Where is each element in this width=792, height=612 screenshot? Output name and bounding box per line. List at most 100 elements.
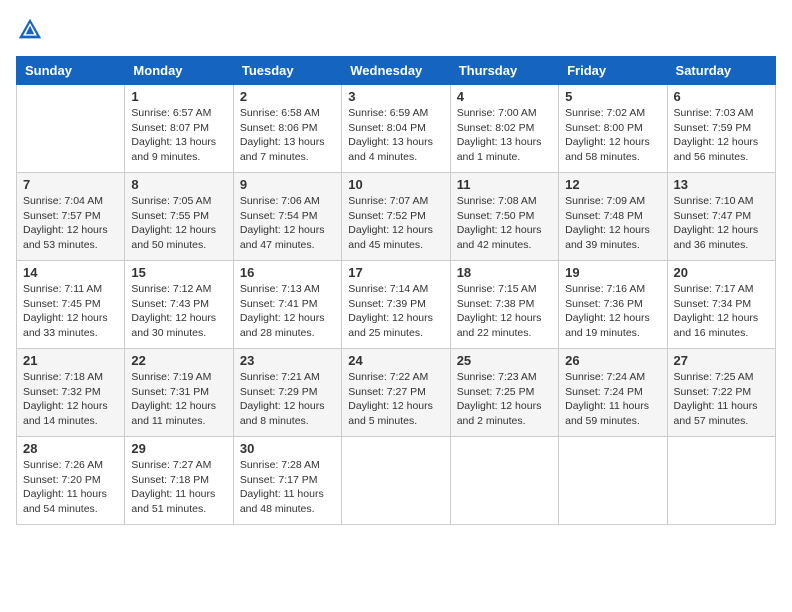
day-number: 13: [674, 177, 769, 192]
day-number: 15: [131, 265, 226, 280]
cell-info: Sunrise: 7:00 AM Sunset: 8:02 PM Dayligh…: [457, 106, 552, 165]
day-number: 10: [348, 177, 443, 192]
day-cell-21: 21Sunrise: 7:18 AM Sunset: 7:32 PM Dayli…: [17, 349, 125, 437]
cell-info: Sunrise: 6:59 AM Sunset: 8:04 PM Dayligh…: [348, 106, 443, 165]
day-number: 11: [457, 177, 552, 192]
day-number: 27: [674, 353, 769, 368]
cell-info: Sunrise: 7:11 AM Sunset: 7:45 PM Dayligh…: [23, 282, 118, 341]
day-cell-30: 30 Sunrise: 7:28 AM Sunset: 7:17 PM Dayli…: [233, 437, 341, 525]
weekday-header-sunday: Sunday: [17, 57, 125, 85]
cell-info: Sunrise: 7:23 AM Sunset: 7:25 PM Dayligh…: [457, 370, 552, 429]
cell-info: Sunrise: 7:12 AM Sunset: 7:43 PM Dayligh…: [131, 282, 226, 341]
cell-info: Sunrise: 7:10 AM Sunset: 7:47 PM Dayligh…: [674, 194, 769, 253]
day-number: 8: [131, 177, 226, 192]
weekday-header-wednesday: Wednesday: [342, 57, 450, 85]
logo: [16, 16, 48, 44]
day-cell-25: 25 Sunrise: 7:23 AM Sunset: 7:25 PM Dayli…: [450, 349, 558, 437]
cell-info: Sunrise: 7:26 AM Sunset: 7:20 PM Dayligh…: [23, 458, 118, 517]
weekday-header-friday: Friday: [559, 57, 667, 85]
day-number: 14: [23, 265, 118, 280]
cell-info: Sunrise: 7:03 AM Sunset: 7:59 PM Dayligh…: [674, 106, 769, 165]
cell-info: Sunrise: 7:21 AM Sunset: 7:29 PM Dayligh…: [240, 370, 335, 429]
empty-cell: [559, 437, 667, 525]
calendar: SundayMondayTuesdayWednesdayThursdayFrid…: [16, 56, 776, 525]
day-number: 22: [131, 353, 226, 368]
week-row-2: 7 Sunrise: 7:04 AM Sunset: 7:57 PM Daylig…: [17, 173, 776, 261]
empty-cell: [667, 437, 775, 525]
cell-info: Sunrise: 7:16 AM Sunset: 7:36 PM Dayligh…: [565, 282, 660, 341]
day-cell-22: 22 Sunrise: 7:19 AM Sunset: 7:31 PM Dayli…: [125, 349, 233, 437]
cell-info: Sunrise: 7:18 AM Sunset: 7:32 PM Dayligh…: [23, 370, 118, 429]
day-cell-23: 23 Sunrise: 7:21 AM Sunset: 7:29 PM Dayli…: [233, 349, 341, 437]
day-cell-13: 13 Sunrise: 7:10 AM Sunset: 7:47 PM Dayli…: [667, 173, 775, 261]
day-cell-7: 7 Sunrise: 7:04 AM Sunset: 7:57 PM Daylig…: [17, 173, 125, 261]
day-cell-17: 17 Sunrise: 7:14 AM Sunset: 7:39 PM Dayli…: [342, 261, 450, 349]
day-number: 5: [565, 89, 660, 104]
day-number: 19: [565, 265, 660, 280]
day-number: 4: [457, 89, 552, 104]
empty-cell: [17, 85, 125, 173]
cell-info: Sunrise: 7:19 AM Sunset: 7:31 PM Dayligh…: [131, 370, 226, 429]
cell-info: Sunrise: 7:07 AM Sunset: 7:52 PM Dayligh…: [348, 194, 443, 253]
day-number: 7: [23, 177, 118, 192]
weekday-header-saturday: Saturday: [667, 57, 775, 85]
day-cell-6: 6 Sunrise: 7:03 AM Sunset: 7:59 PM Daylig…: [667, 85, 775, 173]
day-number: 18: [457, 265, 552, 280]
day-cell-11: 11 Sunrise: 7:08 AM Sunset: 7:50 PM Dayli…: [450, 173, 558, 261]
day-number: 6: [674, 89, 769, 104]
day-number: 2: [240, 89, 335, 104]
week-row-3: 14 Sunrise: 7:11 AM Sunset: 7:45 PM Dayli…: [17, 261, 776, 349]
day-number: 25: [457, 353, 552, 368]
day-number: 17: [348, 265, 443, 280]
cell-info: Sunrise: 7:22 AM Sunset: 7:27 PM Dayligh…: [348, 370, 443, 429]
day-cell-14: 14 Sunrise: 7:11 AM Sunset: 7:45 PM Dayli…: [17, 261, 125, 349]
week-row-5: 28 Sunrise: 7:26 AM Sunset: 7:20 PM Dayli…: [17, 437, 776, 525]
day-cell-8: 8 Sunrise: 7:05 AM Sunset: 7:55 PM Daylig…: [125, 173, 233, 261]
day-cell-27: 27 Sunrise: 7:25 AM Sunset: 7:22 PM Dayli…: [667, 349, 775, 437]
empty-cell: [342, 437, 450, 525]
week-row-4: 21Sunrise: 7:18 AM Sunset: 7:32 PM Dayli…: [17, 349, 776, 437]
day-cell-2: 2Sunrise: 6:58 AM Sunset: 8:06 PM Daylig…: [233, 85, 341, 173]
weekday-header-tuesday: Tuesday: [233, 57, 341, 85]
day-number: 28: [23, 441, 118, 456]
day-number: 1: [131, 89, 226, 104]
day-number: 23: [240, 353, 335, 368]
day-cell-24: 24 Sunrise: 7:22 AM Sunset: 7:27 PM Dayli…: [342, 349, 450, 437]
day-cell-4: 4 Sunrise: 7:00 AM Sunset: 8:02 PM Daylig…: [450, 85, 558, 173]
day-cell-16: 16Sunrise: 7:13 AM Sunset: 7:41 PM Dayli…: [233, 261, 341, 349]
day-cell-28: 28 Sunrise: 7:26 AM Sunset: 7:20 PM Dayli…: [17, 437, 125, 525]
page-header: [16, 16, 776, 44]
day-cell-29: 29Sunrise: 7:27 AM Sunset: 7:18 PM Dayli…: [125, 437, 233, 525]
day-cell-12: 12 Sunrise: 7:09 AM Sunset: 7:48 PM Dayli…: [559, 173, 667, 261]
empty-cell: [450, 437, 558, 525]
cell-info: Sunrise: 7:05 AM Sunset: 7:55 PM Dayligh…: [131, 194, 226, 253]
cell-info: Sunrise: 7:25 AM Sunset: 7:22 PM Dayligh…: [674, 370, 769, 429]
day-cell-20: 20 Sunrise: 7:17 AM Sunset: 7:34 PM Dayli…: [667, 261, 775, 349]
day-number: 24: [348, 353, 443, 368]
week-row-1: 1 Sunrise: 6:57 AM Sunset: 8:07 PM Daylig…: [17, 85, 776, 173]
weekday-header-thursday: Thursday: [450, 57, 558, 85]
cell-info: Sunrise: 7:08 AM Sunset: 7:50 PM Dayligh…: [457, 194, 552, 253]
day-number: 29: [131, 441, 226, 456]
cell-info: Sunrise: 7:04 AM Sunset: 7:57 PM Dayligh…: [23, 194, 118, 253]
day-number: 26: [565, 353, 660, 368]
cell-info: Sunrise: 7:15 AM Sunset: 7:38 PM Dayligh…: [457, 282, 552, 341]
cell-info: Sunrise: 7:24 AM Sunset: 7:24 PM Dayligh…: [565, 370, 660, 429]
cell-info: Sunrise: 7:02 AM Sunset: 8:00 PM Dayligh…: [565, 106, 660, 165]
cell-info: Sunrise: 7:13 AM Sunset: 7:41 PM Dayligh…: [240, 282, 335, 341]
cell-info: Sunrise: 7:09 AM Sunset: 7:48 PM Dayligh…: [565, 194, 660, 253]
day-cell-1: 1 Sunrise: 6:57 AM Sunset: 8:07 PM Daylig…: [125, 85, 233, 173]
cell-info: Sunrise: 6:57 AM Sunset: 8:07 PM Dayligh…: [131, 106, 226, 165]
day-cell-9: 9Sunrise: 7:06 AM Sunset: 7:54 PM Daylig…: [233, 173, 341, 261]
cell-info: Sunrise: 7:14 AM Sunset: 7:39 PM Dayligh…: [348, 282, 443, 341]
weekday-header-row: SundayMondayTuesdayWednesdayThursdayFrid…: [17, 57, 776, 85]
day-number: 20: [674, 265, 769, 280]
cell-info: Sunrise: 7:06 AM Sunset: 7:54 PM Dayligh…: [240, 194, 335, 253]
day-cell-18: 18 Sunrise: 7:15 AM Sunset: 7:38 PM Dayli…: [450, 261, 558, 349]
day-cell-5: 5 Sunrise: 7:02 AM Sunset: 8:00 PM Daylig…: [559, 85, 667, 173]
day-number: 30: [240, 441, 335, 456]
logo-icon: [16, 16, 44, 44]
day-number: 12: [565, 177, 660, 192]
cell-info: Sunrise: 7:17 AM Sunset: 7:34 PM Dayligh…: [674, 282, 769, 341]
cell-info: Sunrise: 7:28 AM Sunset: 7:17 PM Dayligh…: [240, 458, 335, 517]
